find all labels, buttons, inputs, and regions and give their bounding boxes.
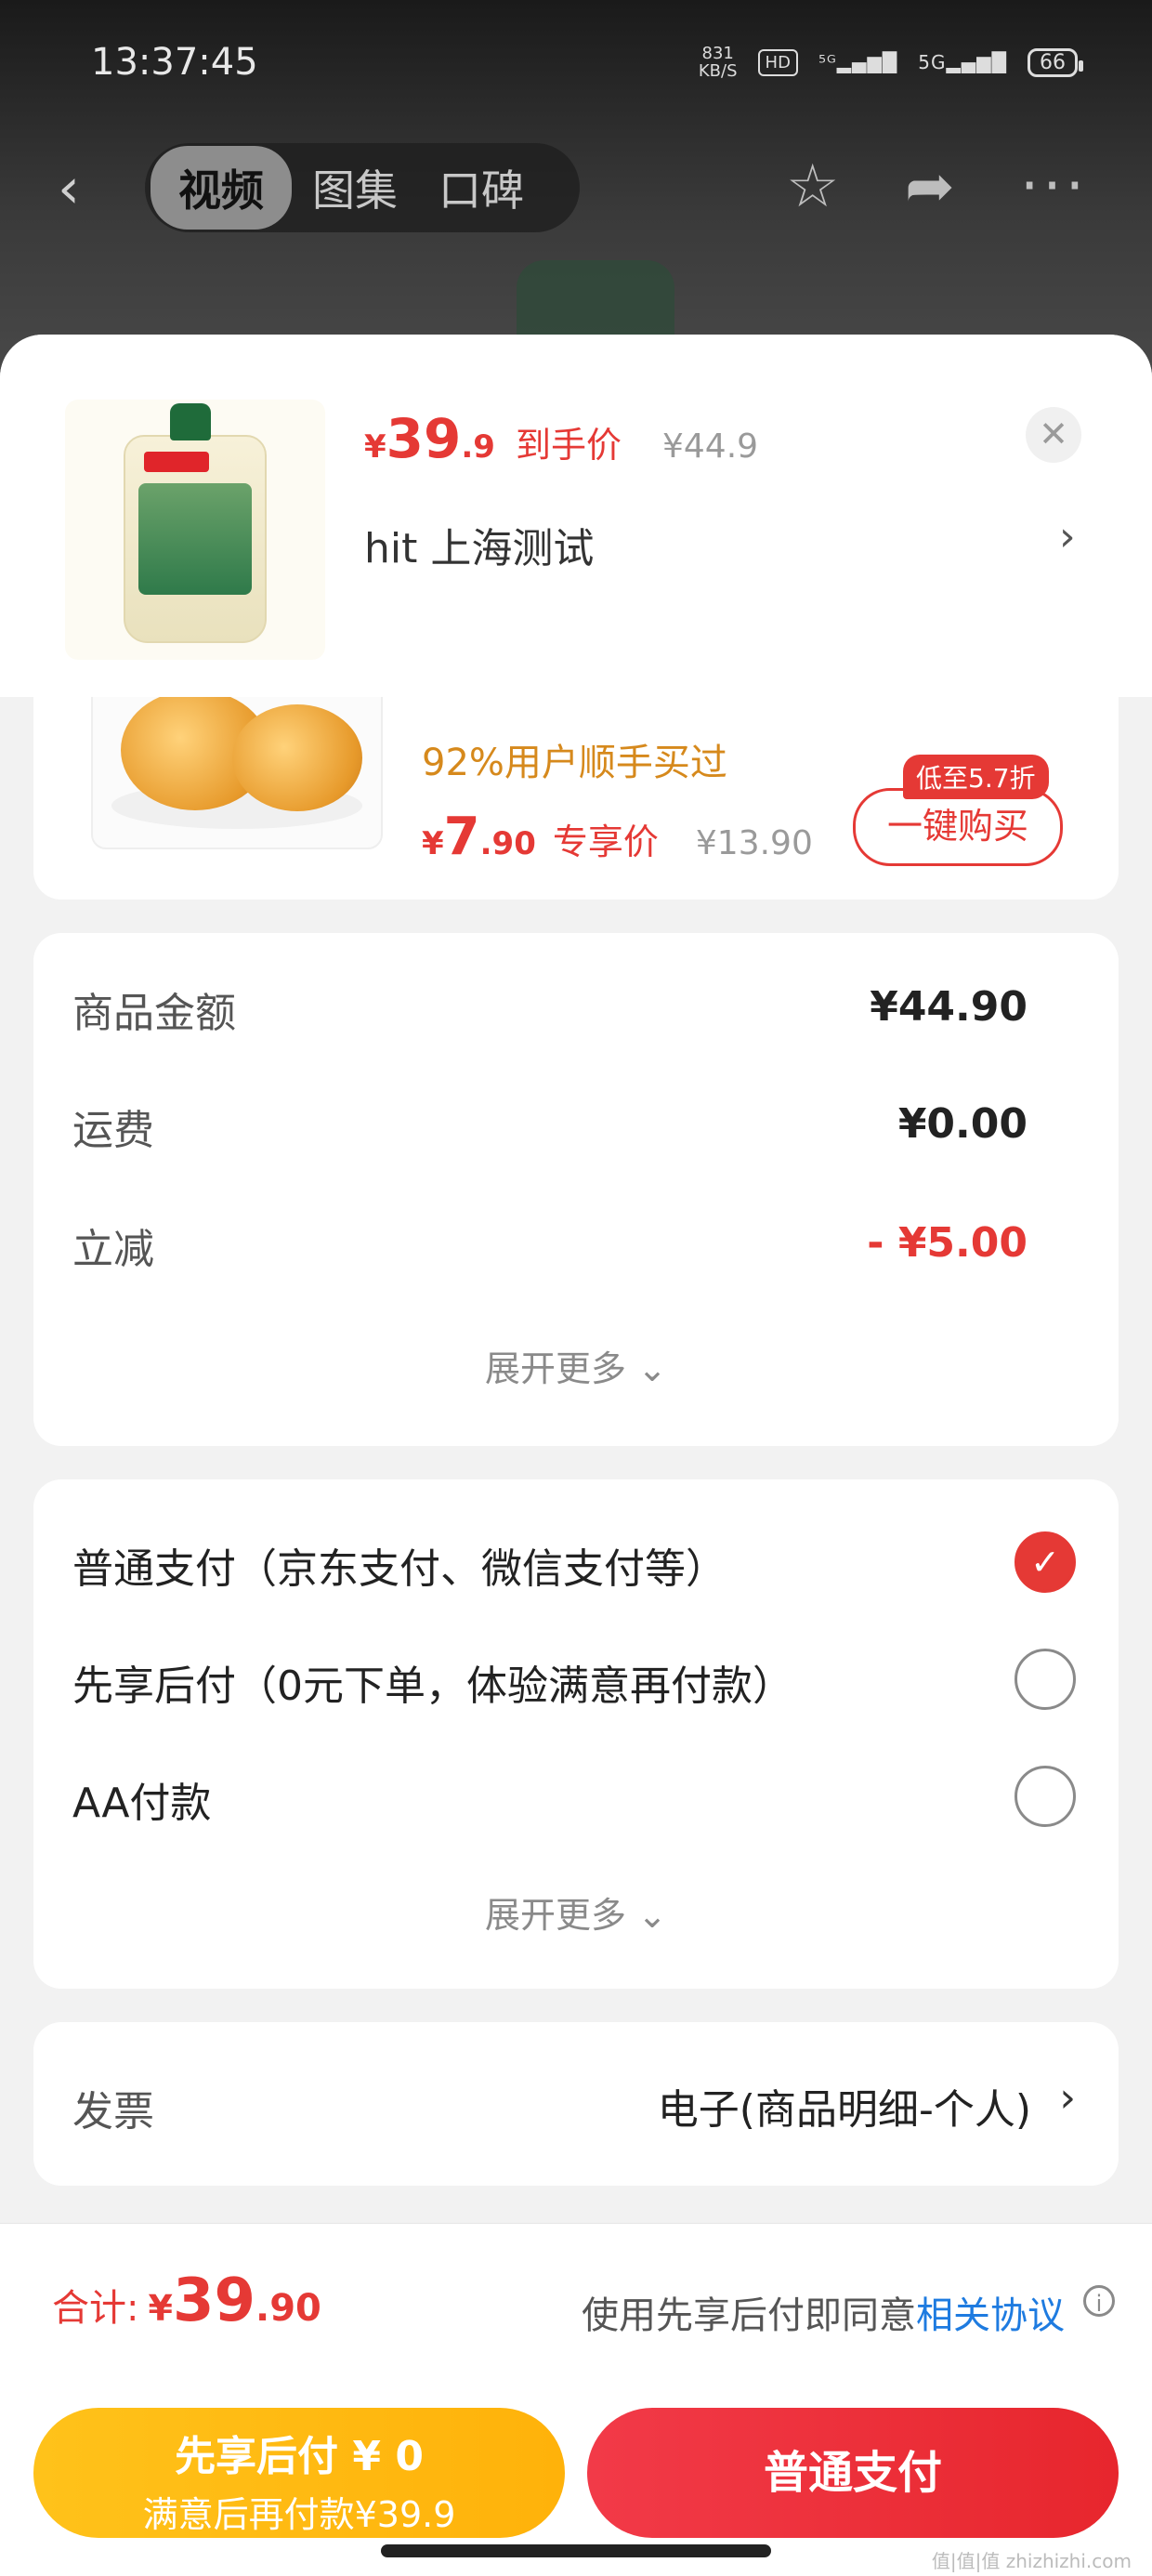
status-time: 13:37:45 xyxy=(91,41,258,84)
hd-icon: HD xyxy=(757,48,798,76)
battery-icon: 66 xyxy=(1028,47,1083,77)
product-price: ¥ 39 .9 到手价 ¥44.9 xyxy=(364,407,758,470)
pay-later-subtitle: 满意后再付款¥39.9 xyxy=(142,2494,456,2535)
pay-later-button[interactable]: 先享后付 ¥ 0 满意后再付款¥39.9 xyxy=(33,2408,565,2538)
rec-price-integer: 7 xyxy=(443,807,480,867)
chevron-right-icon[interactable]: › xyxy=(1059,513,1076,560)
pay-option-later[interactable]: 先享后付（0元下单，体验满意再付款） xyxy=(72,1652,793,1712)
pay-option-aa[interactable]: AA付款 xyxy=(72,1769,211,1829)
tab-reviews[interactable]: 口碑 xyxy=(418,157,544,218)
more-icon[interactable]: ··· xyxy=(1020,152,1088,221)
home-indicator[interactable] xyxy=(381,2544,771,2557)
total-price: 合计: ¥ 39 .90 xyxy=(52,2267,321,2335)
payment-card: 普通支付（京东支付、微信支付等） ✓ 先享后付（0元下单，体验满意再付款） AA… xyxy=(33,1479,1119,1989)
share-icon[interactable]: ➦ xyxy=(905,152,955,221)
total-integer: 39 xyxy=(172,2267,255,2335)
radio-unchecked-icon[interactable] xyxy=(1015,1766,1076,1827)
checkout-footer: 合计: ¥ 39 .90 使用先享后付即同意相关协议 i 先享后付 ¥ 0 满意… xyxy=(0,2223,1152,2576)
expand-more-amounts[interactable]: 展开更多 ⌄ xyxy=(33,1340,1119,1391)
net-speed: 831 KB/S xyxy=(699,45,738,80)
price-tag: 到手价 xyxy=(515,425,622,466)
pay-option-normal[interactable]: 普通支付（京东支付、微信支付等） xyxy=(72,1535,727,1595)
price-integer: 39 xyxy=(386,407,462,470)
checkout-sheet: ¥ 39 .9 到手价 ¥44.9 ✕ hit 上海测试 › 92%用户顺手买过… xyxy=(0,335,1152,2576)
amount-card: 商品金额 ¥44.90 运费 ¥0.00 立减 - ¥5.00 展开更多 ⌄ xyxy=(33,933,1119,1446)
discount-badge: 低至5.7折 xyxy=(903,755,1049,799)
recommend-hint: 92%用户顺手买过 xyxy=(422,742,727,784)
price-currency: ¥ xyxy=(364,428,386,466)
recommend-price: ¥ 7 .90 专享价 ¥13.90 xyxy=(422,807,813,867)
signal-icon-2: 5G▂▄▆█ xyxy=(918,51,1007,73)
chevron-right-icon[interactable]: › xyxy=(1059,2074,1076,2122)
normal-pay-button[interactable]: 普通支付 xyxy=(587,2408,1119,2538)
net-speed-value: 831 xyxy=(701,44,734,63)
one-click-buy-button[interactable]: 一键购买 xyxy=(853,788,1063,866)
net-speed-unit: KB/S xyxy=(698,61,738,81)
discount-label: 立减 xyxy=(72,1226,154,1273)
total-label: 合计: xyxy=(52,2287,139,2330)
invoice-value: 电子(商品明细-个人) xyxy=(657,2086,1031,2134)
status-bar: 13:37:45 831 KB/S HD ⁵ᴳ▂▄▆█ 5G▂▄▆█ 66 xyxy=(0,0,1152,139)
invoice-card[interactable]: 发票 电子(商品明细-个人) › xyxy=(33,2022,1119,2186)
agreement-text: 使用先享后付即同意相关协议 xyxy=(582,2285,1065,2339)
rec-price-decimal: .90 xyxy=(479,825,536,862)
invoice-label: 发票 xyxy=(72,2088,154,2136)
discount-value: - ¥5.00 xyxy=(867,1219,1028,1267)
back-icon[interactable]: ‹ xyxy=(58,156,80,221)
signal-icon: ⁵ᴳ▂▄▆█ xyxy=(818,51,898,73)
product-header: ¥ 39 .9 到手价 ¥44.9 ✕ hit 上海测试 › xyxy=(0,335,1152,697)
tab-video[interactable]: 视频 xyxy=(151,146,292,230)
total-currency: ¥ xyxy=(148,2288,173,2329)
radio-checked-icon[interactable]: ✓ xyxy=(1015,1531,1076,1593)
media-tabs: 视频 图集 口碑 xyxy=(145,143,580,232)
pay-later-title: 先享后付 ¥ 0 xyxy=(175,2433,424,2480)
price-decimal: .9 xyxy=(461,428,495,466)
tab-gallery[interactable]: 图集 xyxy=(292,157,418,218)
one-click-buy: 一键购买 低至5.7折 xyxy=(853,755,1063,866)
signal-2-label: 5G xyxy=(918,51,947,73)
shipping-label: 运费 xyxy=(72,1107,154,1154)
close-button[interactable]: ✕ xyxy=(1026,407,1081,463)
original-price: ¥44.9 xyxy=(661,427,759,466)
goods-amount-label: 商品金额 xyxy=(72,990,236,1037)
rec-original-price: ¥13.90 xyxy=(695,824,813,862)
radio-unchecked-icon[interactable] xyxy=(1015,1649,1076,1710)
total-decimal: .90 xyxy=(255,2287,321,2330)
address[interactable]: hit 上海测试 xyxy=(364,515,594,574)
expand-more-payment[interactable]: 展开更多 ⌄ xyxy=(33,1886,1119,1938)
bottle-image xyxy=(124,403,267,643)
top-nav: ‹ 视频 图集 口碑 ☆ ➦ ··· xyxy=(0,139,1152,242)
rec-price-tag: 专享价 xyxy=(552,821,659,862)
status-icons: 831 KB/S HD ⁵ᴳ▂▄▆█ 5G▂▄▆█ 66 xyxy=(699,45,1083,80)
favorite-star-icon[interactable]: ☆ xyxy=(786,152,839,221)
goods-amount-value: ¥44.90 xyxy=(870,983,1028,1031)
shipping-value: ¥0.00 xyxy=(897,1100,1028,1148)
agreement-prefix: 使用先享后付即同意 xyxy=(582,2294,916,2337)
product-thumbnail xyxy=(65,400,325,660)
rec-currency: ¥ xyxy=(422,825,444,862)
agreement-link[interactable]: 相关协议 xyxy=(916,2294,1065,2337)
watermark: 值|值|值 zhizhizhi.com xyxy=(931,2550,1132,2572)
info-icon[interactable]: i xyxy=(1083,2285,1115,2317)
